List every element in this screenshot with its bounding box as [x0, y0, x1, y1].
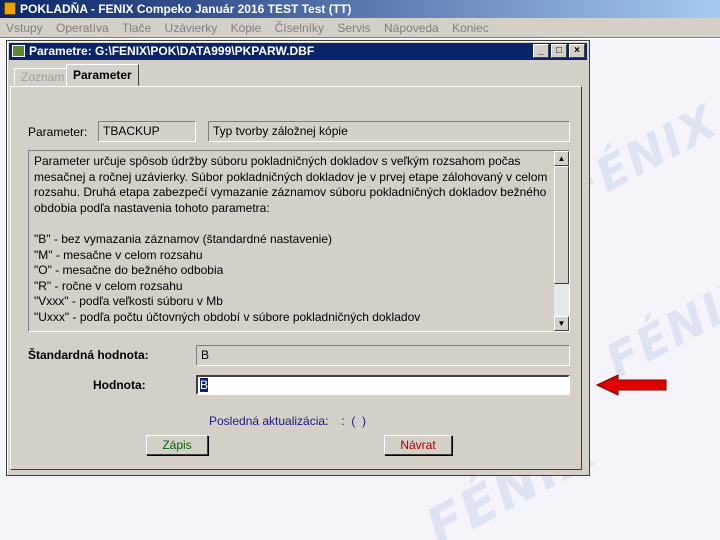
description-scrollbar[interactable]: ▲ ▼ — [553, 151, 569, 331]
default-value-label: Štandardná hodnota: — [28, 348, 149, 362]
watermark-logo: FÉNIX — [596, 263, 720, 389]
menu-vstupy[interactable]: Vstupy — [6, 21, 43, 35]
description-line: "M" - mesačne v celom rozsahu — [34, 247, 203, 262]
app-title-bar: POKLADŇA - FENIX Compeko Január 2016 TES… — [0, 0, 720, 18]
default-value-field: B — [196, 345, 570, 366]
description-line: "Uxxx" - podľa počtu účtovných období v … — [34, 309, 421, 324]
menu-napoveda[interactable]: Nápoveda — [384, 21, 439, 35]
parameter-code-field: TBACKUP — [98, 121, 196, 142]
menu-koniec[interactable]: Koniec — [452, 21, 489, 35]
description-line: rozsahu. Druhá etapa zabezpečí vymazanie… — [34, 185, 547, 200]
minimize-button[interactable]: _ — [533, 44, 549, 58]
value-input[interactable]: B — [196, 375, 570, 395]
menu-ciselniky[interactable]: Číselníky — [275, 21, 324, 35]
menu-servis[interactable]: Servis — [337, 21, 370, 35]
menu-uzavierky[interactable]: Uzávierky — [165, 21, 218, 35]
last-update-value: . . : ( ) — [318, 414, 366, 428]
window-title: Parametre: G:\FENIX\POK\DATA999\PKPARW.D… — [29, 44, 315, 58]
last-update-label: Posledná aktualizácia: — [209, 414, 329, 428]
description-line: "R" - ročne v celom rozsahu — [34, 278, 183, 293]
description-line: obdobia podľa nastavenia tohoto parametr… — [34, 200, 270, 215]
save-button[interactable]: Zápis — [146, 435, 208, 455]
menu-operativa[interactable]: Operatíva — [56, 21, 109, 35]
description-line: mesačnej a ročnej uzávierky. Súbor pokla… — [34, 169, 548, 184]
scroll-up-icon[interactable]: ▲ — [554, 151, 569, 166]
tab-parameter[interactable]: Parameter — [66, 64, 139, 86]
scroll-down-icon[interactable]: ▼ — [554, 316, 569, 331]
parameter-name-field: Typ tvorby záložnej kópie — [208, 121, 570, 142]
value-label: Hodnota: — [93, 378, 146, 392]
app-logo-icon — [4, 2, 16, 15]
close-button[interactable]: × — [569, 44, 585, 58]
document-icon — [12, 45, 25, 57]
window-controls: _ □ × — [533, 44, 585, 58]
description-line: Parameter určuje spôsob údržby súboru po… — [34, 154, 521, 168]
description-line: "B" - bez vymazania záznamov (štandardné… — [34, 231, 333, 246]
description-line — [34, 216, 549, 232]
description-textarea[interactable]: Parameter určuje spôsob údržby súboru po… — [28, 150, 570, 332]
description-line: "O" - mesačne do bežného odbobia — [34, 263, 224, 278]
maximize-button[interactable]: □ — [551, 44, 567, 58]
app-title: POKLADŇA - FENIX Compeko Január 2016 TES… — [20, 2, 352, 16]
value-input-text: B — [200, 378, 209, 392]
scroll-thumb[interactable] — [554, 166, 569, 284]
description-line: "Vxxx" - podľa veľkosti súboru v Mb — [34, 294, 223, 309]
back-button[interactable]: Návrat — [384, 435, 452, 455]
window-title-bar: Parametre: G:\FENIX\POK\DATA999\PKPARW.D… — [9, 43, 587, 60]
parameter-label: Parameter: — [28, 125, 88, 139]
tab-zoznam[interactable]: Zoznam — [14, 68, 72, 86]
red-arrow-icon — [596, 374, 667, 396]
app-menu-bar: Vstupy Operatíva Tlače Uzávierky Kópie Č… — [0, 18, 720, 38]
menu-kopie[interactable]: Kópie — [231, 21, 262, 35]
menu-tlace[interactable]: Tlače — [122, 21, 151, 35]
